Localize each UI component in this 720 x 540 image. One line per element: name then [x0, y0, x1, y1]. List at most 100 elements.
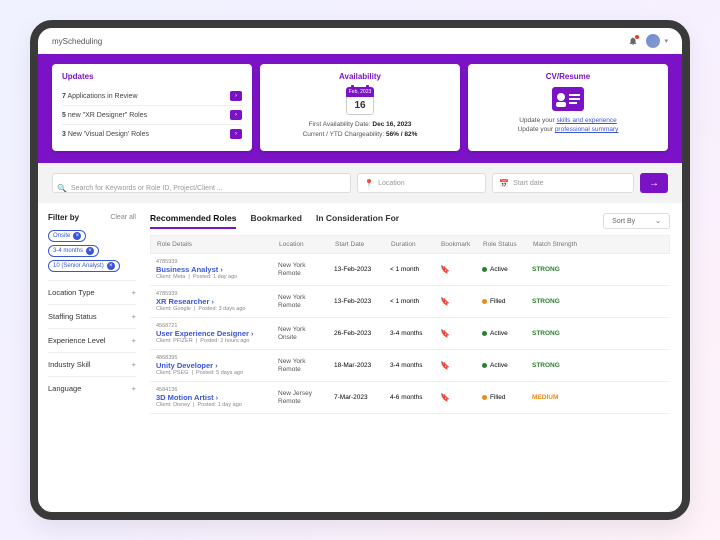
bookmark-icon[interactable]: 🔖: [440, 265, 482, 274]
role-link[interactable]: XR Researcher ›: [156, 297, 278, 306]
update-row[interactable]: 3 New 'Visual Design' Roles ›: [62, 125, 242, 143]
summary-link[interactable]: professional summary: [555, 126, 619, 133]
resume-card: CV/Resume Update your skills and experie…: [468, 64, 668, 151]
skills-link[interactable]: skills and experience: [556, 117, 616, 124]
chargeability-line: Current / YTD Chargeability: 56% / 82%: [270, 131, 450, 138]
arrow-right-icon[interactable]: ›: [230, 110, 242, 120]
status-dot: [482, 331, 487, 336]
content-row: Filter by Clear all Onsite× 3-4 months× …: [38, 203, 682, 512]
calendar-icon[interactable]: Feb, 2023 16: [346, 87, 374, 115]
match-strength: STRONG: [532, 330, 586, 337]
tab-recommended[interactable]: Recommended Roles: [150, 213, 236, 229]
remove-chip-icon[interactable]: ×: [73, 232, 81, 240]
arrow-right-icon[interactable]: ›: [230, 129, 242, 139]
filter-panel: Filter by Clear all Onsite× 3-4 months× …: [38, 203, 146, 512]
brand-text: myScheduling: [52, 37, 102, 46]
bookmark-icon[interactable]: 🔖: [440, 329, 482, 338]
location-input[interactable]: 📍Location: [357, 173, 486, 193]
filter-group[interactable]: Experience Level+: [48, 328, 136, 352]
table-row[interactable]: 45841363D Motion Artist ›Client: Disney …: [150, 382, 670, 414]
table-row[interactable]: 4785939XR Researcher ›Client: Google | P…: [150, 286, 670, 318]
resume-title: CV/Resume: [478, 72, 658, 81]
filter-group[interactable]: Staffing Status+: [48, 304, 136, 328]
bookmark-icon[interactable]: 🔖: [440, 297, 482, 306]
startdate-input[interactable]: 📅Start date: [492, 173, 634, 193]
active-chips: Onsite× 3-4 months× 10 (Senior Analyst)×: [48, 230, 136, 272]
filter-group[interactable]: Location Type+: [48, 280, 136, 304]
sort-by[interactable]: Sort By⌄: [603, 213, 670, 229]
role-details: 4868395Unity Developer ›Client: PSEG | P…: [156, 355, 278, 376]
role-details: 4785939XR Researcher ›Client: Google | P…: [156, 291, 278, 312]
update-row[interactable]: 7 Applications in Review ›: [62, 87, 242, 106]
notification-dot: [635, 35, 639, 39]
role-link[interactable]: Unity Developer ›: [156, 361, 278, 370]
status-cell: Active: [482, 362, 532, 369]
location-cell: New YorkRemote: [278, 294, 334, 310]
match-strength: STRONG: [532, 266, 586, 273]
tabs: Recommended Roles Bookmarked In Consider…: [150, 213, 399, 229]
duration-cell: < 1 month: [390, 298, 440, 305]
status-cell: Filled: [482, 298, 532, 305]
startdate-cell: 13-Feb-2023: [334, 266, 390, 273]
updates-title: Updates: [62, 72, 242, 81]
tab-bookmarked[interactable]: Bookmarked: [250, 213, 302, 229]
pin-icon: 📍: [364, 179, 374, 188]
remove-chip-icon[interactable]: ×: [107, 262, 115, 270]
status-dot: [482, 395, 487, 400]
role-details: 4785939Business Analyst ›Client: Meta | …: [156, 259, 278, 280]
role-link[interactable]: User Experience Designer ›: [156, 329, 278, 338]
status-cell: Filled: [482, 394, 532, 401]
bookmark-icon[interactable]: 🔖: [440, 393, 482, 402]
notifications-icon[interactable]: [628, 36, 638, 46]
bookmark-icon[interactable]: 🔖: [440, 361, 482, 370]
arrow-right-icon[interactable]: ›: [230, 91, 242, 101]
location-cell: New JerseyRemote: [278, 390, 334, 406]
plus-icon: +: [132, 312, 136, 321]
location-cell: New YorkRemote: [278, 358, 334, 374]
search-bar: 🔍Search for Keywords or Role ID, Project…: [38, 163, 682, 203]
duration-cell: 3-4 months: [390, 330, 440, 337]
update-row[interactable]: 5 new "XR Designer" Roles ›: [62, 106, 242, 125]
filter-chip[interactable]: 3-4 months×: [48, 245, 99, 257]
filter-chip[interactable]: 10 (Senior Analyst)×: [48, 260, 120, 272]
filter-group[interactable]: Industry Skill+: [48, 352, 136, 376]
app-window: myScheduling ▾ Updates 7 Applications in…: [30, 20, 690, 520]
results-panel: Recommended Roles Bookmarked In Consider…: [146, 203, 682, 512]
role-details: 4568721User Experience Designer ›Client:…: [156, 323, 278, 344]
startdate-cell: 13-Feb-2023: [334, 298, 390, 305]
duration-cell: 3-4 months: [390, 362, 440, 369]
filter-chip[interactable]: Onsite×: [48, 230, 86, 242]
availability-card: Availability Feb, 2023 16 First Availabi…: [260, 64, 460, 151]
id-card-icon: [552, 87, 584, 111]
topbar: myScheduling ▾: [38, 28, 682, 54]
remove-chip-icon[interactable]: ×: [86, 247, 94, 255]
table-row[interactable]: 4568721User Experience Designer ›Client:…: [150, 318, 670, 350]
chevron-down-icon[interactable]: ▾: [664, 37, 668, 45]
avatar[interactable]: [646, 34, 660, 48]
filter-group[interactable]: Language+: [48, 376, 136, 400]
search-input[interactable]: 🔍Search for Keywords or Role ID, Project…: [52, 173, 351, 193]
tab-consideration[interactable]: In Consideration For: [316, 213, 399, 229]
search-icon: 🔍: [57, 184, 67, 193]
table-row[interactable]: 4868395Unity Developer ›Client: PSEG | P…: [150, 350, 670, 382]
table-row[interactable]: 4785939Business Analyst ›Client: Meta | …: [150, 254, 670, 286]
role-link[interactable]: 3D Motion Artist ›: [156, 393, 278, 402]
table-header: Role DetailsLocationStart DateDurationBo…: [150, 235, 670, 254]
resume-line: Update your skills and experience: [478, 117, 658, 124]
match-strength: MEDIUM: [532, 394, 586, 401]
status-cell: Active: [482, 266, 532, 273]
role-link[interactable]: Business Analyst ›: [156, 265, 278, 274]
startdate-cell: 26-Feb-2023: [334, 330, 390, 337]
plus-icon: +: [132, 360, 136, 369]
chevron-right-icon: ›: [220, 267, 222, 274]
status-dot: [482, 299, 487, 304]
chevron-down-icon: ⌄: [655, 217, 661, 225]
status-cell: Active: [482, 330, 532, 337]
plus-icon: +: [132, 336, 136, 345]
duration-cell: < 1 month: [390, 266, 440, 273]
chevron-right-icon: ›: [216, 395, 218, 402]
status-dot: [482, 267, 487, 272]
clear-all[interactable]: Clear all: [110, 214, 136, 221]
availability-line: First Availability Date: Dec 16, 2023: [270, 121, 450, 128]
search-button[interactable]: →: [640, 173, 668, 193]
